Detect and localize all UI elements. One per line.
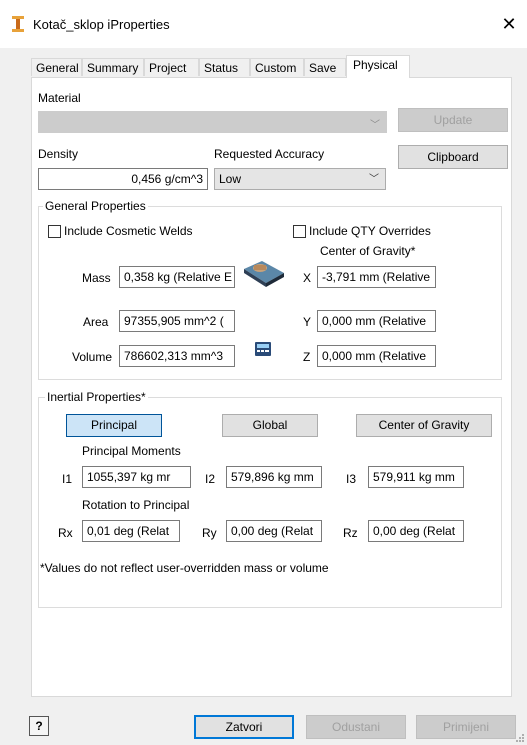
tab-summary[interactable]: Summary (82, 58, 144, 76)
chevron-down-icon: ﹀ (369, 174, 379, 185)
tab-custom[interactable]: Custom (250, 58, 304, 76)
volume-field[interactable]: 786602,313 mm^3 (119, 345, 235, 367)
center-of-gravity-button[interactable]: Center of Gravity (356, 414, 492, 437)
inertial-properties-title: Inertial Properties* (45, 390, 148, 404)
z-label: Z (303, 350, 311, 364)
tab-general[interactable]: General (31, 58, 82, 76)
principal-moments-label: Principal Moments (82, 444, 181, 458)
tab-save[interactable]: Save (304, 58, 346, 76)
material-select[interactable]: ﹀ (38, 111, 387, 133)
values-note: *Values do not reflect user-overridden m… (40, 561, 329, 575)
i2-field[interactable]: 579,896 kg mm (226, 466, 322, 488)
calculator-icon[interactable] (255, 342, 271, 356)
rotation-to-principal-label: Rotation to Principal (82, 498, 190, 512)
inventor-app-icon (12, 16, 24, 32)
area-label: Area (83, 315, 109, 329)
cog-y-field[interactable]: 0,000 mm (Relative (317, 310, 436, 332)
odustani-button[interactable]: Odustani (306, 715, 406, 739)
general-properties-title: General Properties (43, 199, 148, 213)
i3-label: I3 (346, 472, 357, 486)
clipboard-button[interactable]: Clipboard (398, 145, 508, 169)
tab-status[interactable]: Status (199, 58, 250, 76)
qty-overrides-checkbox[interactable] (293, 225, 306, 238)
cosmetic-welds-label: Include Cosmetic Welds (64, 224, 193, 238)
rz-field[interactable]: 0,00 deg (Relat (368, 520, 464, 542)
scale-weight-icon[interactable] (242, 259, 286, 289)
i2-label: I2 (205, 472, 216, 486)
primijeni-button[interactable]: Primijeni (416, 715, 516, 739)
material-label: Material (38, 91, 81, 105)
rx-field[interactable]: 0,01 deg (Relat (82, 520, 180, 542)
global-button[interactable]: Global (222, 414, 318, 437)
requested-accuracy-label: Requested Accuracy (214, 147, 325, 161)
ry-label: Ry (202, 526, 217, 540)
volume-label: Volume (72, 350, 113, 364)
tab-physical[interactable]: Physical (346, 55, 410, 78)
accuracy-value: Low (219, 172, 242, 186)
window-title: Kotač_sklop iProperties (33, 17, 170, 32)
iproperties-dialog: Kotač_sklop iProperties ✕ General Summar… (0, 0, 527, 745)
resize-grip-icon[interactable] (515, 733, 525, 743)
zatvori-button[interactable]: Zatvori (194, 715, 294, 739)
rx-label: Rx (58, 526, 73, 540)
tab-project[interactable]: Project (144, 58, 199, 76)
mass-field[interactable]: 0,358 kg (Relative E (119, 266, 235, 288)
i3-field[interactable]: 579,911 kg mm (368, 466, 464, 488)
x-label: X (303, 271, 312, 285)
cosmetic-welds-checkbox[interactable] (48, 225, 61, 238)
area-field[interactable]: 97355,905 mm^2 ( (119, 310, 235, 332)
mass-label: Mass (82, 271, 111, 285)
update-button[interactable]: Update (398, 108, 508, 132)
y-label: Y (303, 315, 312, 329)
chevron-down-icon: ﹀ (370, 120, 380, 131)
rz-label: Rz (343, 526, 358, 540)
help-icon[interactable]: ? (29, 716, 49, 736)
center-of-gravity-label: Center of Gravity* (320, 244, 416, 258)
accuracy-select[interactable]: Low ﹀ (214, 168, 386, 190)
i1-label: I1 (62, 472, 73, 486)
density-field[interactable]: 0,456 g/cm^3 (38, 168, 208, 190)
i1-field[interactable]: 1055,397 kg mr (82, 466, 191, 488)
cog-z-field[interactable]: 0,000 mm (Relative (317, 345, 436, 367)
close-icon[interactable]: ✕ (497, 12, 521, 36)
principal-button[interactable]: Principal (66, 414, 162, 437)
density-label: Density (38, 147, 79, 161)
ry-field[interactable]: 0,00 deg (Relat (226, 520, 322, 542)
title-bar[interactable]: Kotač_sklop iProperties ✕ (0, 0, 527, 48)
cog-x-field[interactable]: -3,791 mm (Relative (317, 266, 436, 288)
qty-overrides-label: Include QTY Overrides (309, 224, 431, 238)
